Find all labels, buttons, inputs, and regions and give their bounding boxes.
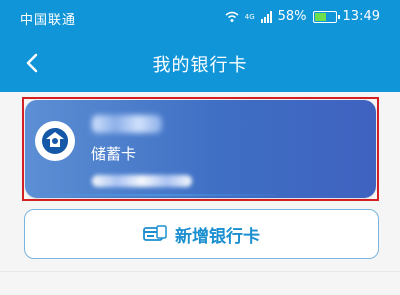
battery-icon — [312, 10, 340, 23]
status-bar: 中国联通 4G 58% 13:49 — [0, 0, 400, 34]
network-type: 4G — [244, 12, 255, 21]
signal-icon — [260, 10, 272, 23]
add-card-label: 新增银行卡 — [175, 226, 260, 247]
add-bank-card-button[interactable]: 新增银行卡 — [24, 209, 379, 259]
card-list: 储蓄卡 — [0, 92, 400, 295]
masked-card-number — [92, 175, 192, 187]
clock: 13:49 — [342, 9, 380, 24]
carrier-name: 中国联通 — [20, 13, 77, 28]
wifi-icon — [225, 11, 239, 23]
bank-card[interactable]: 储蓄卡 — [25, 100, 376, 198]
masked-card-holder — [92, 115, 162, 133]
page-title: 我的银行卡 — [152, 55, 248, 76]
bank-logo-icon — [35, 121, 75, 161]
status-icons: 4G 58% 13:49 — [225, 9, 380, 24]
card-shadow-line — [35, 194, 275, 196]
app-header: 我的银行卡 — [0, 34, 400, 92]
credit-card-icon — [143, 225, 167, 243]
battery-percent: 58% — [277, 9, 307, 24]
divider — [0, 271, 400, 272]
card-type-label: 储蓄卡 — [91, 145, 137, 163]
